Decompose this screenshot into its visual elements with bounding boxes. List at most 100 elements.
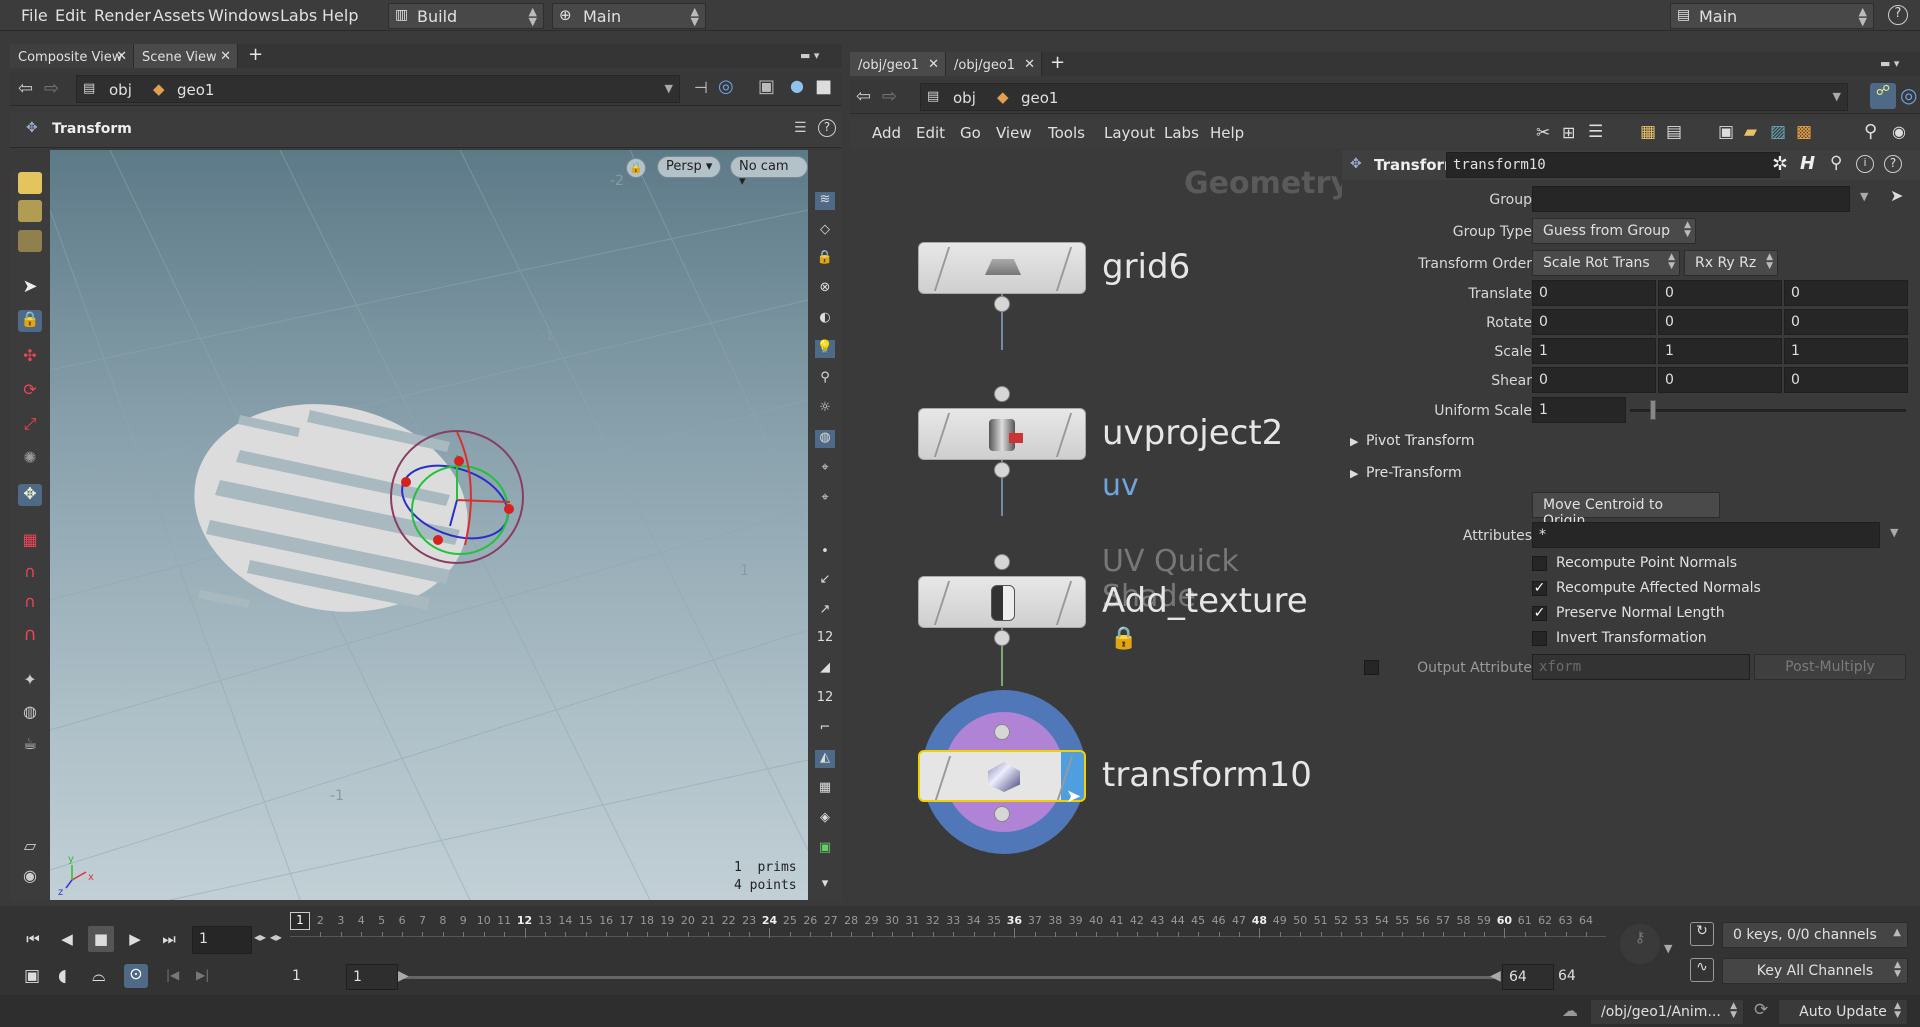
arrow-select-icon[interactable]: ➤ bbox=[18, 276, 42, 298]
sphere-icon[interactable]: ● bbox=[790, 76, 804, 95]
output-connector[interactable] bbox=[994, 296, 1010, 312]
chevron-down-icon[interactable]: ▼ bbox=[665, 82, 673, 95]
rotate-tool-icon[interactable]: ⟳ bbox=[18, 380, 42, 402]
cube-icon[interactable]: ▣ bbox=[758, 76, 775, 97]
path-obj[interactable]: obj bbox=[109, 81, 132, 99]
scene-tool-icon[interactable]: ▣ bbox=[24, 966, 40, 986]
post-multiply-menu[interactable]: Post-Multiply bbox=[1754, 654, 1906, 680]
search-icon[interactable]: ⚲ bbox=[1864, 121, 1877, 142]
wireframe-icon[interactable]: ◇ bbox=[815, 222, 835, 240]
node-name-field[interactable]: transform10 bbox=[1446, 152, 1780, 178]
tree-icon[interactable]: ⊞ bbox=[1562, 123, 1575, 142]
node-transform10[interactable] bbox=[918, 750, 1086, 802]
edge-display-icon[interactable]: ↗ bbox=[815, 602, 835, 620]
jump-start-icon[interactable]: ⏮ bbox=[20, 926, 46, 952]
key-icon[interactable]: ⚷ bbox=[1620, 924, 1660, 964]
range-left-handle-icon[interactable]: ▶ bbox=[398, 968, 409, 984]
play-icon[interactable]: ▶ bbox=[122, 926, 148, 952]
jump-end-icon[interactable]: ⏭ bbox=[156, 926, 182, 952]
light-on-icon[interactable]: ☼ bbox=[815, 400, 835, 418]
target-icon[interactable]: ◎ bbox=[1900, 83, 1917, 107]
camera-icon[interactable]: ⌖ bbox=[815, 460, 835, 478]
ghost-icon[interactable]: ⊗ bbox=[815, 280, 835, 298]
square-icon[interactable]: ■ bbox=[815, 76, 832, 97]
chat-icon[interactable]: ☁ bbox=[1562, 1001, 1578, 1020]
next-key-icon[interactable]: ▶| bbox=[196, 968, 209, 982]
camera-tool-icon[interactable]: ✦ bbox=[18, 670, 42, 692]
audio-icon[interactable]: ◖ bbox=[58, 966, 67, 986]
menu-assets[interactable]: Assets bbox=[153, 6, 205, 25]
key-all-channels-menu[interactable]: Key All Channels ▲ ▼ bbox=[1722, 958, 1908, 984]
render-tool-icon[interactable]: ☕ bbox=[18, 734, 42, 756]
prim-display-icon[interactable]: ◢ bbox=[815, 660, 835, 678]
net-menu-help[interactable]: Help bbox=[1210, 124, 1244, 142]
magnet-icon[interactable]: ∩ bbox=[18, 624, 42, 646]
input-connector[interactable] bbox=[994, 724, 1010, 740]
chevron-down-icon[interactable]: ▾ bbox=[815, 876, 835, 894]
timeline-ruler[interactable]: 1 2 3 4 5 6 7 8 9 10 11 12 13 14 15 16 17 18 19 20 21 22 23 24… bbox=[290, 906, 1606, 956]
chevron-down-icon[interactable]: ▼ bbox=[1664, 942, 1672, 955]
pivot-transform-folder[interactable]: ▶ Pivot Transform bbox=[1350, 432, 1910, 456]
table-icon[interactable]: ▤ bbox=[1666, 122, 1682, 142]
menu-labs[interactable]: Labs bbox=[280, 6, 317, 25]
point-display-icon[interactable]: • bbox=[815, 544, 835, 562]
forward-icon[interactable]: ⇨ bbox=[44, 78, 59, 99]
lock-icon[interactable]: 🔒 bbox=[815, 250, 835, 268]
help-icon[interactable]: ? bbox=[1884, 155, 1902, 173]
add-tab-icon[interactable]: + bbox=[1050, 52, 1065, 73]
node-uvproject2[interactable] bbox=[918, 408, 1086, 460]
network-icon[interactable]: ▣ bbox=[1718, 122, 1734, 142]
eye-icon[interactable]: ◉ bbox=[1892, 122, 1906, 141]
stop-icon[interactable]: ■ bbox=[88, 926, 114, 952]
rotate-x-field[interactable]: 0 bbox=[1532, 309, 1656, 335]
points-mode-icon[interactable] bbox=[18, 200, 42, 222]
right-path-field[interactable]: ▤ obj ◆ geo1 ▼ bbox=[920, 83, 1848, 111]
translate-z-field[interactable]: 0 bbox=[1784, 280, 1908, 306]
uv-display-icon[interactable]: ⌐ bbox=[815, 720, 835, 738]
display-options-icon[interactable]: ≋ bbox=[815, 192, 835, 210]
chevron-down-icon[interactable]: ▼ bbox=[1833, 90, 1841, 103]
path-obj[interactable]: obj bbox=[953, 89, 976, 107]
move-centroid-button[interactable]: Move Centroid to Origin bbox=[1532, 492, 1720, 529]
select-arrow-icon[interactable]: ➤ bbox=[1890, 186, 1903, 205]
layers-icon[interactable]: ▱ bbox=[18, 836, 42, 858]
grid-view-icon[interactable]: ▦ bbox=[1640, 122, 1656, 142]
link-icon[interactable]: ☍ bbox=[1870, 83, 1896, 109]
auto-update-menu[interactable]: Auto Update ▲ ▼ bbox=[1778, 999, 1908, 1025]
group-field[interactable] bbox=[1532, 186, 1850, 212]
prev-key-icon[interactable]: |◀ bbox=[166, 968, 179, 982]
right-desktop-select[interactable]: ▤ Main ▲ ▼ bbox=[1670, 3, 1874, 29]
handle-tool-icon[interactable]: ✥ bbox=[18, 484, 42, 506]
lock-camera-icon[interactable]: 🔒 bbox=[626, 158, 646, 178]
shear-z-field[interactable]: 0 bbox=[1784, 367, 1908, 393]
gear-icon[interactable]: ✲ bbox=[1772, 153, 1788, 175]
snap-grid-icon[interactable]: ▦ bbox=[18, 530, 42, 552]
info-icon[interactable]: i bbox=[1856, 155, 1874, 173]
key-curve-icon[interactable]: ∿ bbox=[1690, 958, 1714, 982]
close-icon[interactable]: ✕ bbox=[220, 49, 231, 64]
chevron-down-icon[interactable]: ▼ bbox=[1890, 526, 1898, 539]
menu-windows[interactable]: Windows bbox=[208, 6, 279, 25]
net-menu-layout[interactable]: Layout bbox=[1104, 124, 1155, 142]
snapshot-icon[interactable]: ▣ bbox=[815, 840, 835, 858]
texture-icon[interactable]: ◍ bbox=[815, 430, 835, 448]
path-geo[interactable]: geo1 bbox=[177, 81, 214, 99]
step-back-icon[interactable]: ◀ bbox=[54, 926, 80, 952]
list-icon[interactable]: ☰ bbox=[1588, 122, 1603, 142]
translate-x-field[interactable]: 0 bbox=[1532, 280, 1656, 306]
input-connector[interactable] bbox=[994, 386, 1010, 402]
tab-obj-geo1-b[interactable]: /obj/geo1 ✕ bbox=[946, 52, 1042, 76]
chevron-down-icon[interactable]: ▼ bbox=[1860, 190, 1868, 203]
rotate-z-field[interactable]: 0 bbox=[1784, 309, 1908, 335]
rotation-order-menu[interactable]: Rx Ry Rz ▲ ▼ bbox=[1684, 250, 1778, 276]
real-time-icon[interactable]: ⌓ bbox=[92, 966, 105, 986]
camera-menu[interactable]: No cam ▾ bbox=[730, 156, 808, 189]
pane-menu-icon[interactable]: ▬ ▾ bbox=[1880, 57, 1899, 70]
output-connector[interactable] bbox=[994, 806, 1010, 822]
context-select[interactable]: ⊕ Main ▲ ▼ bbox=[552, 3, 706, 29]
checker-icon[interactable]: ▦ bbox=[815, 780, 835, 798]
path-geo[interactable]: geo1 bbox=[1021, 89, 1058, 107]
menu-edit[interactable]: Edit bbox=[55, 6, 86, 25]
visualizer-icon[interactable]: ◭ bbox=[815, 750, 835, 768]
light-icon[interactable]: 💡 bbox=[815, 340, 835, 358]
